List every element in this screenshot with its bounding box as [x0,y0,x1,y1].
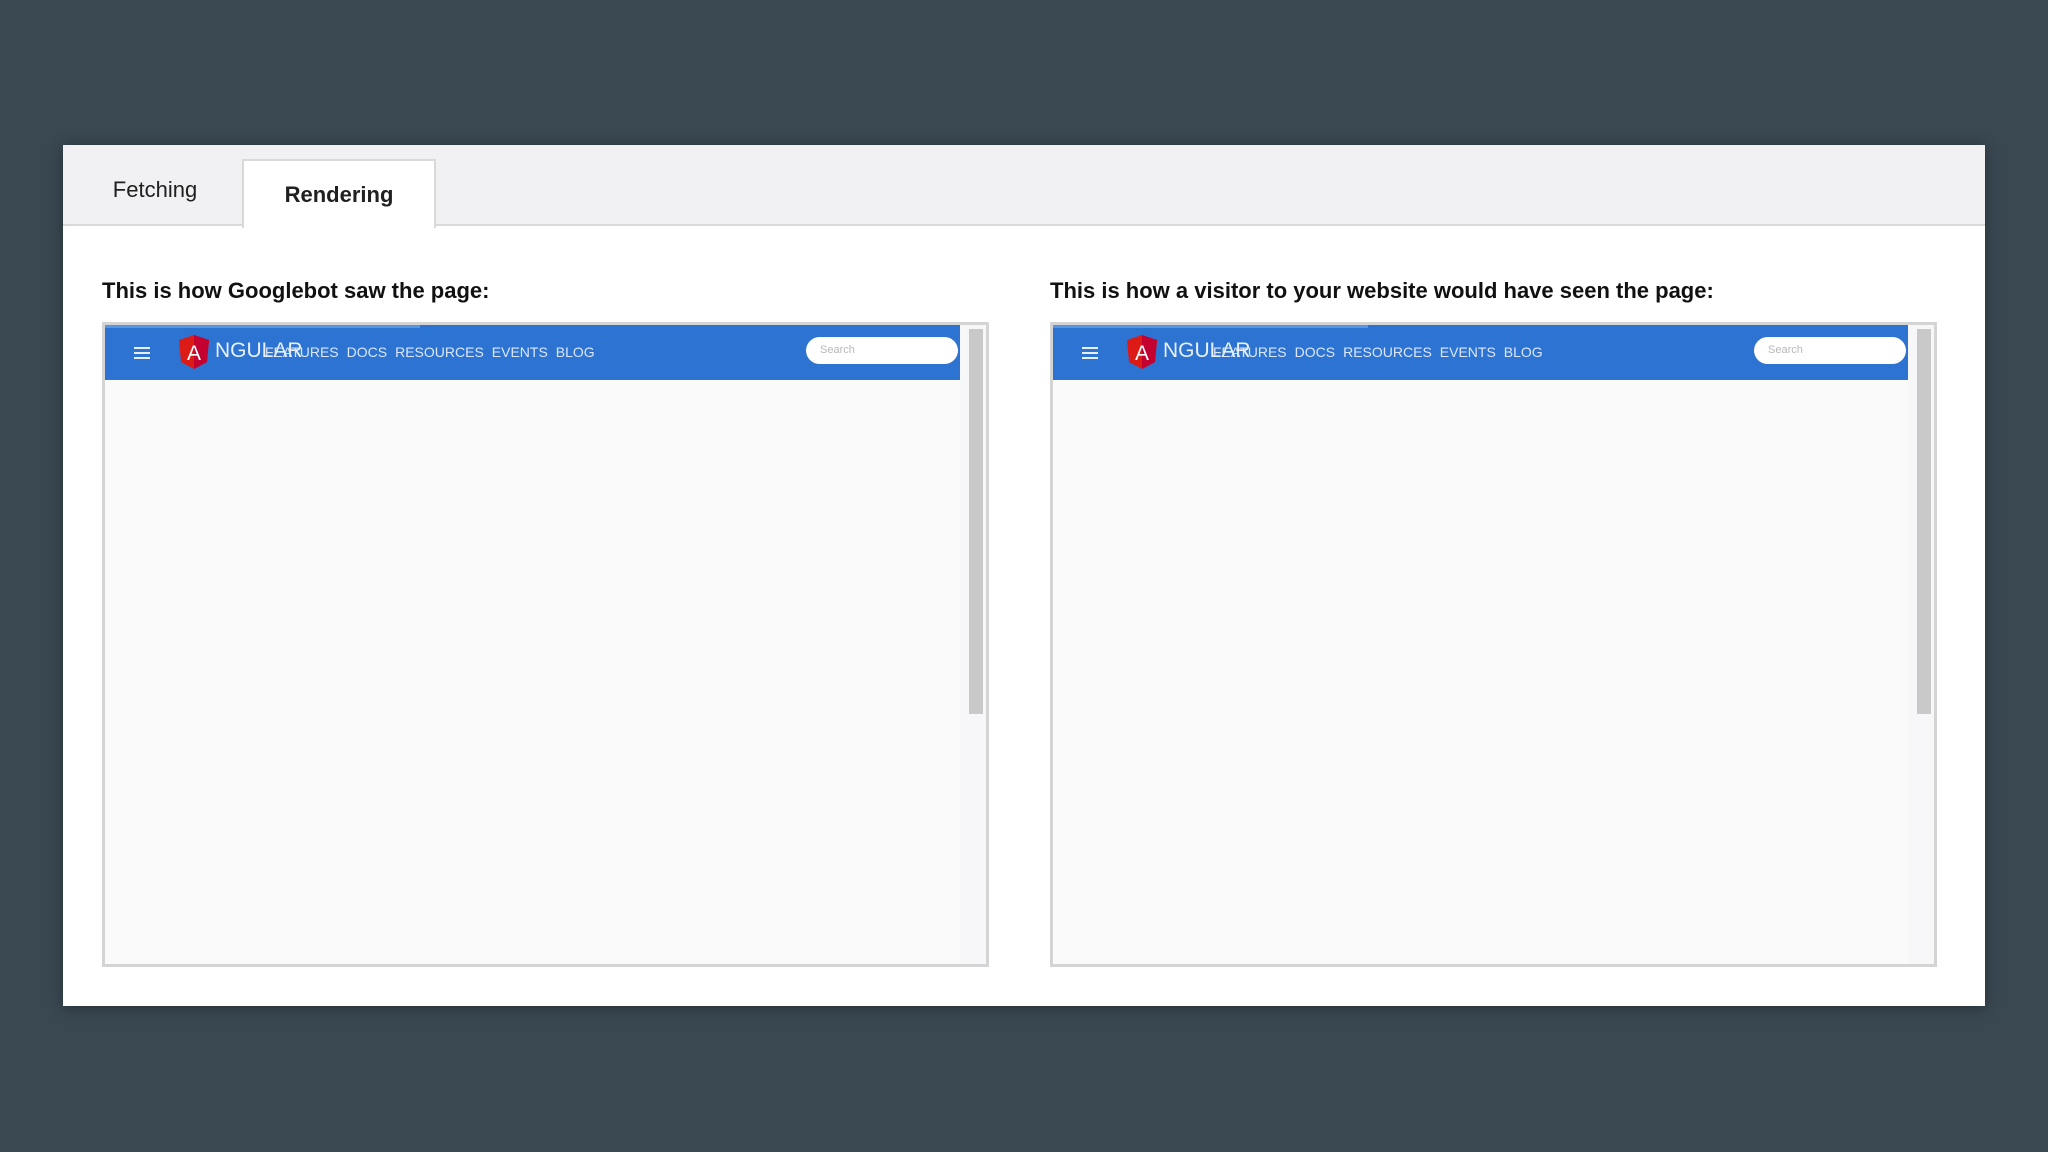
tab-rendering[interactable]: Rendering [242,159,436,228]
loading-bar [105,325,420,328]
nav-link-features[interactable]: FEATURES [1213,344,1287,360]
nav-links: FEATURES DOCS RESOURCES EVENTS BLOG [265,344,603,360]
preview-navbar: A NGULAR FEATURES DOCS RESOURCES EVENTS BLOG… [1053,325,1908,380]
svg-text:A: A [187,342,201,365]
nav-link-blog[interactable]: BLOG [1504,344,1543,360]
angular-logo-icon: A [179,335,209,369]
tab-bar: Fetching Rendering [63,145,1985,228]
preview-content-area [105,380,960,964]
hamburger-menu-icon[interactable] [1082,347,1098,359]
angular-logo-icon: A [1127,335,1157,369]
preview-content-area [1053,380,1908,964]
preview-navbar: A NGULAR FEATURES DOCS RESOURCES EVENTS BLOG… [105,325,960,380]
nav-link-blog[interactable]: BLOG [556,344,595,360]
scrollbar-track[interactable] [1908,325,1934,964]
svg-text:A: A [1135,342,1149,365]
hamburger-menu-icon[interactable] [134,347,150,359]
visitor-preview-frame[interactable]: A NGULAR FEATURES DOCS RESOURCES EVENTS BLOG… [1050,322,1937,967]
search-input[interactable]: Search [1754,337,1906,364]
visitor-panel-title: This is how a visitor to your website wo… [1050,278,1714,303]
fetch-render-card: Fetching Rendering This is how Googlebot… [63,145,1985,1006]
loading-bar [1053,325,1368,328]
scrollbar-thumb[interactable] [969,329,983,714]
googlebot-panel-title: This is how Googlebot saw the page: [102,278,490,303]
nav-link-docs[interactable]: DOCS [347,344,387,360]
googlebot-preview-frame[interactable]: A NGULAR FEATURES DOCS RESOURCES EVENTS BLOG… [102,322,989,967]
tab-fetching[interactable]: Fetching [68,156,242,224]
scrollbar-thumb[interactable] [1917,329,1931,714]
nav-link-events[interactable]: EVENTS [492,344,548,360]
nav-link-events[interactable]: EVENTS [1440,344,1496,360]
nav-link-docs[interactable]: DOCS [1295,344,1335,360]
nav-link-features[interactable]: FEATURES [265,344,339,360]
scrollbar-track[interactable] [960,325,986,964]
nav-link-resources[interactable]: RESOURCES [395,344,484,360]
nav-link-resources[interactable]: RESOURCES [1343,344,1432,360]
search-input[interactable]: Search [806,337,958,364]
nav-links: FEATURES DOCS RESOURCES EVENTS BLOG [1213,344,1551,360]
